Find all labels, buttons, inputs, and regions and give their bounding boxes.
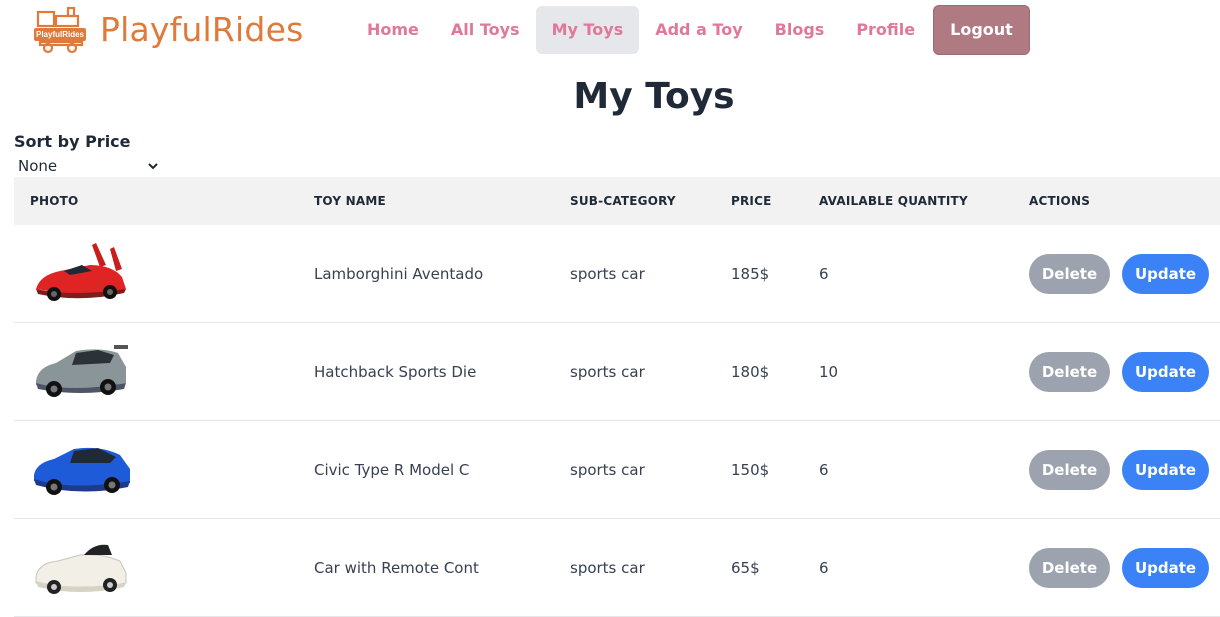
brand-logo[interactable]: PlayfulRides PlayfulRides [32,4,303,54]
toy-price: 185$ [731,264,770,283]
sort-label: Sort by Price [14,132,131,151]
header-price: PRICE [731,194,772,208]
grey-hatchback-image [36,344,128,397]
header-actions: ACTIONS [1029,194,1091,208]
table-row: Hatchback Sports Die sports car 180$ 10 … [14,323,1220,421]
nav-all-toys[interactable]: All Toys [435,6,536,54]
toy-quantity: 6 [819,460,829,479]
nav-blogs[interactable]: Blogs [759,6,841,54]
header-available-quantity: AVAILABLE QUANTITY [819,194,968,208]
navbar: PlayfulRides PlayfulRides Home All Toys … [0,0,1220,60]
toy-sub-category: sports car [570,362,645,381]
toy-price: 180$ [731,362,770,381]
toy-quantity: 6 [819,558,829,577]
sort-select[interactable]: None [14,155,160,177]
header-toy-name: TOY NAME [314,194,386,208]
delete-button[interactable]: Delete [1029,449,1110,490]
toy-actions: Delete Update [1013,547,1213,588]
train-logo-icon: PlayfulRides [32,4,90,54]
delete-button[interactable]: Delete [1029,547,1110,588]
update-button[interactable]: Update [1122,351,1209,392]
toy-price: 65$ [731,558,760,577]
toy-quantity: 6 [819,264,829,283]
logo-badge: PlayfulRides [34,28,86,41]
delete-button[interactable]: Delete [1029,253,1110,294]
table-row: Lamborghini Aventado sports car 185$ 6 D… [14,225,1220,323]
toy-actions: Delete Update [1013,253,1213,294]
header-photo: PHOTO [30,194,79,208]
toy-sub-category: sports car [570,460,645,479]
toy-price: 150$ [731,460,770,479]
toy-name: Car with Remote Cont [314,558,479,577]
toy-photo-cell [14,435,298,505]
main-menu: Home All Toys My Toys Add a Toy Blogs Pr… [351,5,1030,55]
toy-sub-category: sports car [570,558,645,577]
toy-photo-cell [14,337,298,407]
table-row: Car with Remote Cont sports car 65$ 6 De… [14,519,1220,617]
nav-home[interactable]: Home [351,6,435,54]
toy-name: Civic Type R Model C [314,460,470,479]
page-title: My Toys [573,76,735,117]
toy-sub-category: sports car [570,264,645,283]
toy-photo-cell [14,533,298,603]
brand-name: PlayfulRides [100,9,304,49]
my-toys-table: PHOTO TOY NAME SUB-CATEGORY PRICE AVAILA… [14,177,1220,617]
update-button[interactable]: Update [1122,449,1209,490]
table-header: PHOTO TOY NAME SUB-CATEGORY PRICE AVAILA… [14,177,1220,225]
toy-name: Hatchback Sports Die [314,362,477,381]
red-sports-car-image [36,242,126,301]
table-row: Civic Type R Model C sports car 150$ 6 D… [14,421,1220,519]
toy-name: Lamborghini Aventado [314,264,484,283]
toy-photo-cell [14,239,298,309]
chevron-down-icon [148,163,158,170]
update-button[interactable]: Update [1122,547,1209,588]
update-button[interactable]: Update [1122,253,1209,294]
nav-profile[interactable]: Profile [840,6,931,54]
toy-actions: Delete Update [1013,351,1213,392]
delete-button[interactable]: Delete [1029,351,1110,392]
nav-my-toys[interactable]: My Toys [535,6,640,54]
logout-button[interactable]: Logout [933,5,1030,55]
toy-quantity: 10 [819,362,839,381]
toy-actions: Delete Update [1013,449,1213,490]
header-sub-category: SUB-CATEGORY [570,194,676,208]
sort-selected-value: None [18,157,58,175]
nav-add-a-toy[interactable]: Add a Toy [639,6,758,54]
white-ride-on-car-image [35,544,127,594]
blue-civic-image [34,447,130,495]
